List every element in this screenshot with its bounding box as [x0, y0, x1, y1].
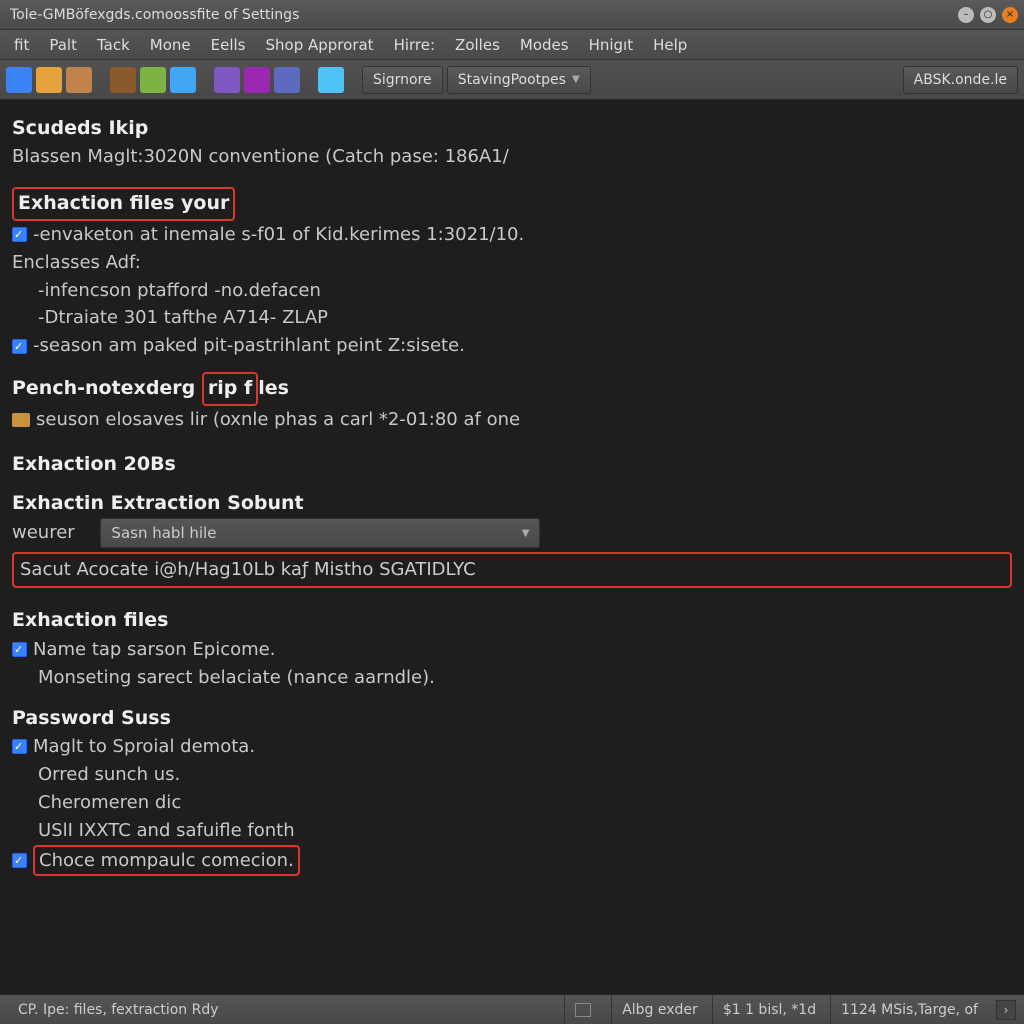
menu-shop[interactable]: Shop Approrat [258, 34, 382, 56]
line-dtraiate: -Dtraiate 301 tafthe A714- ZLAP [12, 304, 1012, 332]
label-weurer: weurer [12, 522, 75, 543]
toolbar-icon-5[interactable] [140, 67, 166, 93]
checkbox-season[interactable] [12, 339, 27, 354]
toolbar-icon-9[interactable] [274, 67, 300, 93]
heading-extraction-sobunt: Exhactin Extraction Sobunt [12, 489, 1012, 518]
menubar: fit Palt Tack Mone Eells Shop Approrat H… [0, 30, 1024, 60]
status-seg-icon [564, 995, 607, 1024]
window-title: Tole-GMBöfexgds.comoossfite of Settings [6, 7, 952, 23]
toolbar-icon-1[interactable] [6, 67, 32, 93]
menu-palt[interactable]: Palt [41, 34, 85, 56]
minimize-button[interactable]: – [958, 7, 974, 23]
folder-icon [12, 413, 30, 427]
status-left: CP. Ipe: files, fextraction Rdy [8, 995, 560, 1024]
toolbar-icon-7[interactable] [214, 67, 240, 93]
checkbox-envaketon[interactable] [12, 227, 27, 242]
menu-eells[interactable]: Eells [203, 34, 254, 56]
line-sacut: Sacut Acocate i@h/Hag10Lb kaƒ Mistho SGA… [20, 559, 476, 580]
toolbar: Sigrnore StavingPootpes▼ ABSK.onde.le [0, 60, 1024, 100]
heading-password: Password Suss [12, 704, 1012, 733]
toolbar-button-stavingpootpes[interactable]: StavingPootpes▼ [447, 66, 591, 94]
line-usli: USlI IXXTC and safuifle fonth [12, 817, 1012, 845]
menu-help[interactable]: Help [645, 34, 695, 56]
line-season-paked: -season am paked pit-pastrihlant peint Z… [12, 332, 1012, 360]
heading-scudeds: Scudeds Ikip [12, 114, 1012, 143]
line-seuson: seuson elosaves lir (oxnle phas a carl *… [12, 406, 1012, 434]
highlight-box-2: rip f [202, 372, 258, 405]
status-seg-3: 1124 MSis,Targe, of [830, 995, 988, 1024]
highlight-box-1: Exhaction files your [12, 187, 235, 220]
checkbox-choce[interactable] [12, 853, 27, 868]
heading-pench: Pench-notexderg rip fles [12, 372, 1012, 405]
line-infencson: -infencson ptafford -no.defacen [12, 277, 1012, 305]
line-choce: Choce mompaulc comecion. [12, 845, 1012, 877]
heading-exhaction-your: Exhaction files your [12, 187, 1012, 220]
toolbar-icon-8[interactable] [244, 67, 270, 93]
menu-zolles[interactable]: Zolles [447, 34, 508, 56]
menu-tack[interactable]: Tack [89, 34, 138, 56]
status-next-button[interactable]: › [996, 1000, 1016, 1020]
line-blassen: Blassen Maglt:3020N conventione (Catch p… [12, 143, 1012, 171]
line-name-tap: Name tap sarson Epicome. [12, 636, 1012, 664]
line-orred: Orred sunch us. [12, 761, 1012, 789]
toolbar-icon-4[interactable] [110, 67, 136, 93]
status-icon [575, 1003, 591, 1017]
toolbar-button-signore[interactable]: Sigrnore [362, 66, 443, 94]
checkbox-name-tap[interactable] [12, 642, 27, 657]
heading-exhaction-20bs: Exhaction 20Bs [12, 450, 1012, 479]
line-enclasses: Enclasses Adf: [12, 249, 1012, 277]
window-titlebar: Tole-GMBöfexgds.comoossfite of Settings … [0, 0, 1024, 30]
toolbar-icon-3[interactable] [66, 67, 92, 93]
chevron-down-icon: ▼ [572, 74, 580, 85]
heading-exhaction-files: Exhaction files [12, 606, 1012, 635]
row-weurer: weurer Sasn habl hile▼ [12, 518, 1012, 548]
menu-fit[interactable]: fit [6, 34, 37, 56]
line-envaketon: -envaketon at inemale s-f01 of Kid.kerim… [12, 221, 1012, 249]
line-monseting: Monseting sarect belaciate (nance aarndl… [12, 664, 1012, 692]
toolbar-icon-2[interactable] [36, 67, 62, 93]
status-seg-2: $1 1 bisl, *1d [712, 995, 826, 1024]
statusbar: CP. Ipe: files, fextraction Rdy Albg exd… [0, 994, 1024, 1024]
highlight-box-4: Choce mompaulc comecion. [33, 845, 300, 877]
maximize-button[interactable]: ○ [980, 7, 996, 23]
status-seg-1: Albg exder [611, 995, 708, 1024]
content-area: Scudeds Ikip Blassen Maglt:3020N convent… [0, 100, 1024, 994]
menu-hnight[interactable]: Hnigıt [581, 34, 642, 56]
chevron-down-icon: ▼ [522, 526, 530, 542]
menu-mone[interactable]: Mone [142, 34, 199, 56]
menu-modes[interactable]: Modes [512, 34, 577, 56]
line-cheromeren: Cheromeren dic [12, 789, 1012, 817]
toolbar-button-absk[interactable]: ABSK.onde.le [903, 66, 1018, 94]
highlight-box-3: Sacut Acocate i@h/Hag10Lb kaƒ Mistho SGA… [12, 552, 1012, 588]
close-button[interactable]: × [1002, 7, 1018, 23]
checkbox-maglt[interactable] [12, 739, 27, 754]
toolbar-icon-10[interactable] [318, 67, 344, 93]
menu-hirre[interactable]: Hirre: [386, 34, 443, 56]
toolbar-icon-6[interactable] [170, 67, 196, 93]
line-maglt: Maglt to Sproial demota. [12, 733, 1012, 761]
dropdown-weurer[interactable]: Sasn habl hile▼ [100, 518, 540, 548]
